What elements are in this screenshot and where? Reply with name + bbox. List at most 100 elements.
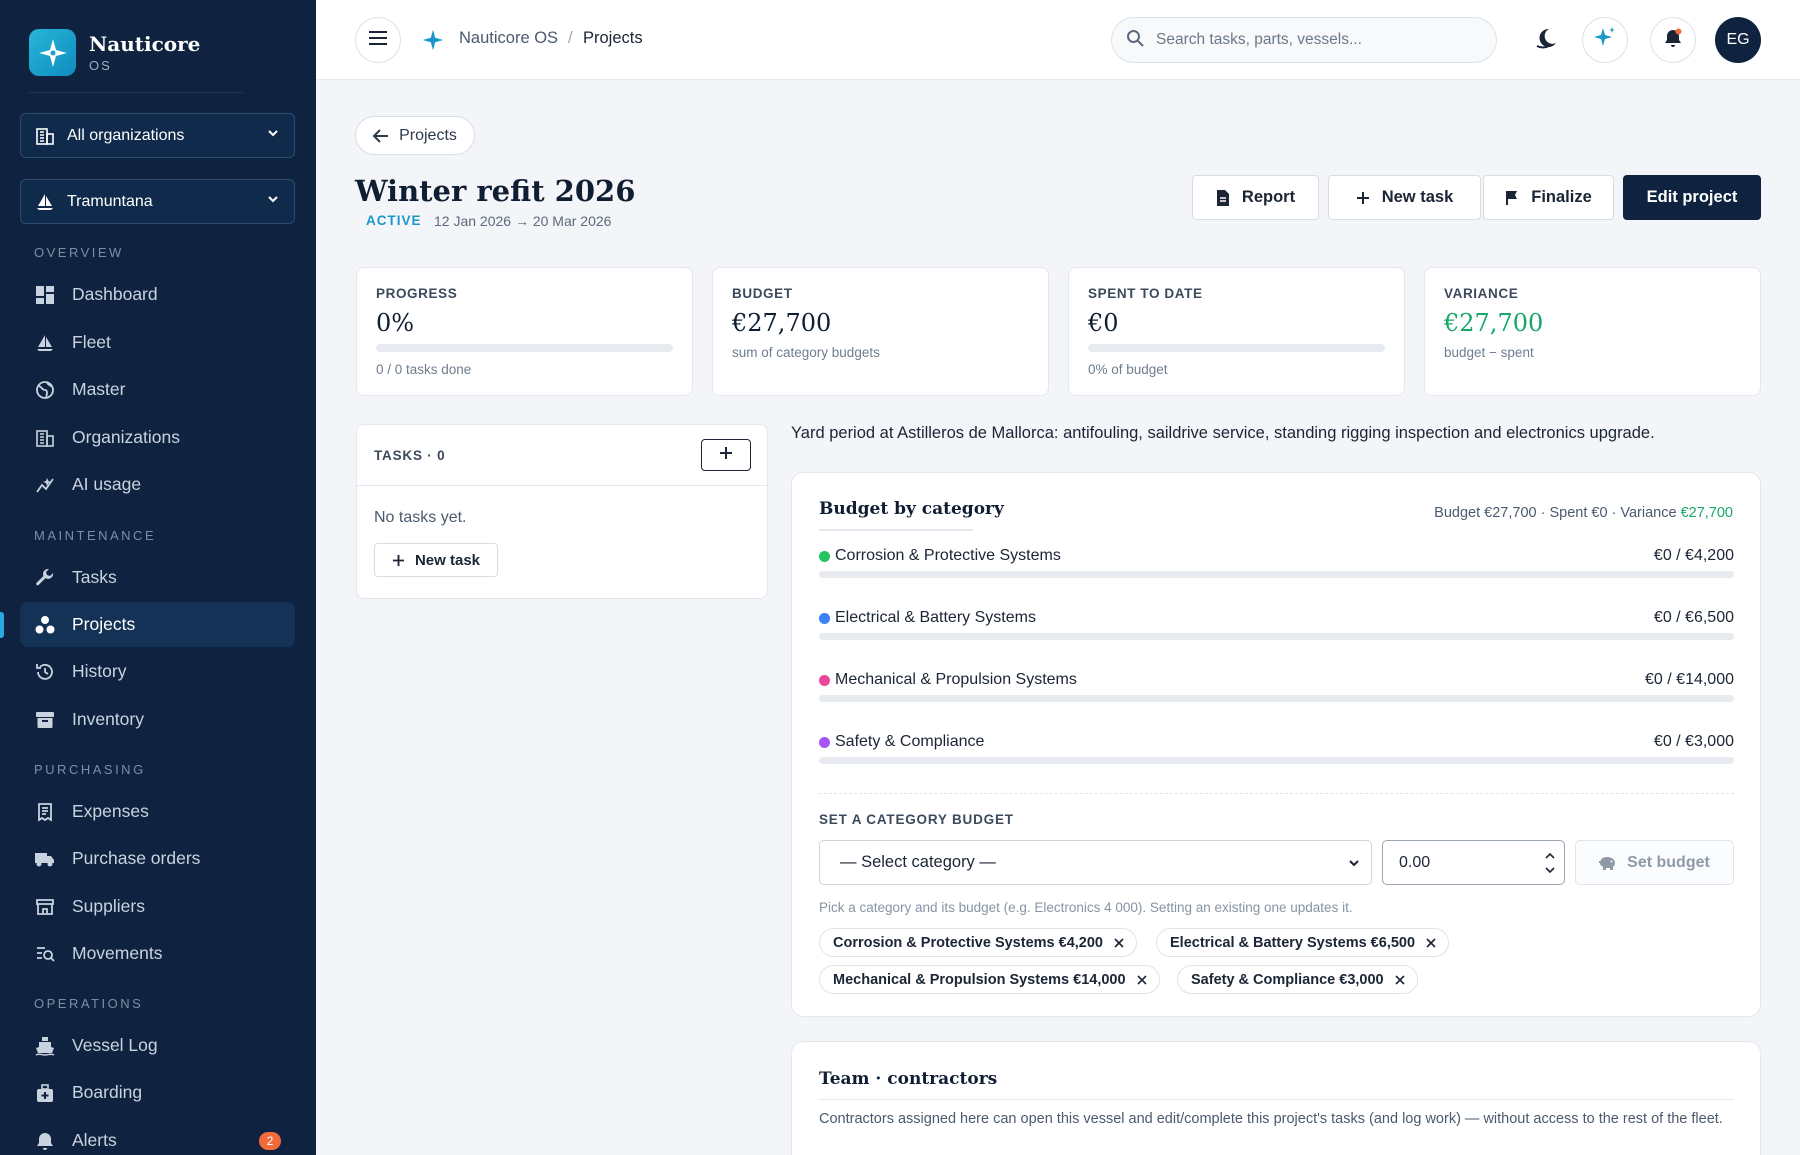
back-to-projects-button[interactable]: Projects [355, 116, 475, 155]
sidebar-item-ai-usage[interactable]: AI usage [20, 462, 295, 507]
divider [819, 793, 1734, 794]
category-bar [819, 571, 1734, 578]
topbar: Nauticore OS / Projects EG [316, 0, 1800, 80]
plus-icon [719, 446, 733, 465]
sidebar-item-expenses[interactable]: Expenses [20, 789, 295, 834]
brand[interactable]: Nauticore OS [29, 29, 200, 76]
set-budget-title: SET A CATEGORY BUDGET [819, 812, 1014, 827]
tasks-new-task-button[interactable]: New task [374, 543, 498, 577]
sidebar-item-label: Boarding [72, 1082, 143, 1102]
truck-icon [34, 848, 56, 870]
building-icon [35, 126, 55, 146]
close-icon[interactable] [1425, 937, 1437, 949]
sidebar-item-boarding[interactable]: Boarding [20, 1070, 295, 1115]
close-icon[interactable] [1113, 937, 1125, 949]
notifications-button[interactable] [1650, 17, 1696, 63]
budget-chip: Electrical & Battery Systems €6,500 [1156, 928, 1450, 957]
add-task-button[interactable] [701, 439, 751, 471]
sidebar-item-label: Master [72, 379, 126, 399]
stat-label: PROGRESS [376, 286, 458, 301]
category-name: Mechanical & Propulsion Systems [835, 671, 1077, 688]
back-button-label: Projects [399, 126, 457, 144]
sidebar-item-suppliers[interactable]: Suppliers [20, 884, 295, 929]
organization-selector-label: All organizations [67, 126, 185, 144]
close-icon[interactable] [1394, 974, 1406, 986]
sidebar-item-fleet[interactable]: Fleet [20, 320, 295, 365]
title-underline [819, 529, 973, 531]
theme-toggle-button[interactable] [1524, 17, 1570, 63]
sidebar-item-vessel-log[interactable]: Vessel Log [20, 1023, 295, 1068]
history-icon [34, 661, 56, 683]
sidebar-item-history[interactable]: History [20, 649, 295, 694]
sidebar-item-tasks[interactable]: Tasks [20, 555, 295, 600]
category-row: Safety & Compliance €0 / €3,000 [819, 732, 1734, 764]
category-dot [819, 736, 830, 748]
sidebar-item-label: Alerts [72, 1130, 117, 1150]
sidebar-item-label: Movements [72, 943, 163, 963]
status-badge: ACTIVE [366, 213, 422, 228]
sidebar-item-alerts[interactable]: Alerts 2 [20, 1118, 295, 1155]
search-input[interactable] [1156, 31, 1476, 49]
breadcrumb-root[interactable]: Nauticore OS [459, 29, 558, 48]
ai-assistant-button[interactable] [1582, 17, 1628, 63]
sidebar-item-organizations[interactable]: Organizations [20, 415, 295, 460]
finalize-button[interactable]: Finalize [1483, 175, 1614, 220]
plus-icon [1356, 191, 1370, 205]
vessel-selector-label: Tramuntana [67, 192, 153, 210]
organization-selector[interactable]: All organizations [20, 113, 295, 158]
compass-logo-icon [29, 29, 76, 76]
set-budget-label: Set budget [1627, 853, 1710, 871]
budget-chip: Mechanical & Propulsion Systems €14,000 [819, 965, 1160, 994]
sidebar-item-inventory[interactable]: Inventory [20, 697, 295, 742]
sidebar-item-label: Organizations [72, 427, 180, 447]
category-amount: €0 / €4,200 [1653, 547, 1734, 564]
active-indicator [0, 612, 4, 638]
menu-toggle-button[interactable] [355, 17, 401, 63]
sidebar-item-projects[interactable]: Projects [20, 602, 295, 647]
stat-sub: 0% of budget [1088, 362, 1168, 377]
budget-summary-variance: €27,700 [1680, 505, 1733, 521]
category-amount: €0 / €14,000 [1645, 671, 1734, 688]
close-icon[interactable] [1136, 974, 1148, 986]
user-avatar[interactable]: EG [1715, 17, 1761, 63]
sidebar-item-label: Tasks [72, 567, 117, 587]
sidebar-item-label: Purchase orders [72, 848, 201, 868]
sailboat-icon [34, 332, 56, 354]
budget-amount-input[interactable]: 0.00 [1382, 840, 1565, 885]
new-task-button[interactable]: New task [1328, 175, 1481, 220]
sidebar-item-dashboard[interactable]: Dashboard [20, 272, 295, 317]
stat-value: €0 [1088, 309, 1119, 337]
spent-bar [1088, 344, 1385, 352]
category-name: Corrosion & Protective Systems [835, 547, 1061, 564]
sailboat-icon [35, 192, 55, 212]
category-select-value: — Select category — [840, 853, 996, 871]
sidebar-item-purchase-orders[interactable]: Purchase orders [20, 836, 295, 881]
number-stepper-icon[interactable] [1544, 850, 1556, 876]
stat-sub: 0 / 0 tasks done [376, 362, 472, 377]
ship-icon [34, 1035, 56, 1057]
project-dates: 12 Jan 2026 → 20 Mar 2026 [434, 213, 612, 229]
vessel-selector[interactable]: Tramuntana [20, 179, 295, 224]
moon-icon [1535, 26, 1559, 55]
category-dot [819, 612, 830, 624]
set-budget-button[interactable]: Set budget [1575, 840, 1734, 885]
brand-divider [29, 92, 243, 93]
edit-project-button[interactable]: Edit project [1623, 175, 1761, 220]
report-button[interactable]: Report [1192, 175, 1319, 220]
section-title-maintenance: MAINTENANCE [34, 528, 157, 543]
stat-card-variance: VARIANCE €27,700 budget − spent [1424, 267, 1761, 396]
global-search[interactable] [1111, 17, 1497, 63]
category-bar [819, 633, 1734, 640]
breadcrumb-current: Projects [583, 29, 643, 47]
stat-value: €27,700 [732, 309, 832, 337]
sidebar-item-master[interactable]: Master [20, 367, 295, 412]
category-dot [819, 674, 830, 686]
tasks-panel: TASKS · 0 No tasks yet. New task [356, 424, 768, 599]
budget-amount-value: 0.00 [1399, 853, 1431, 871]
category-select[interactable]: — Select category — [819, 840, 1372, 885]
sidebar-item-movements[interactable]: Movements [20, 931, 295, 976]
globe-icon [34, 379, 56, 401]
category-amount: €0 / €6,500 [1653, 609, 1734, 626]
budget-summary-text: Budget €27,700 · Spent €0 · Variance [1434, 505, 1681, 521]
chevron-down-icon [1347, 856, 1361, 870]
